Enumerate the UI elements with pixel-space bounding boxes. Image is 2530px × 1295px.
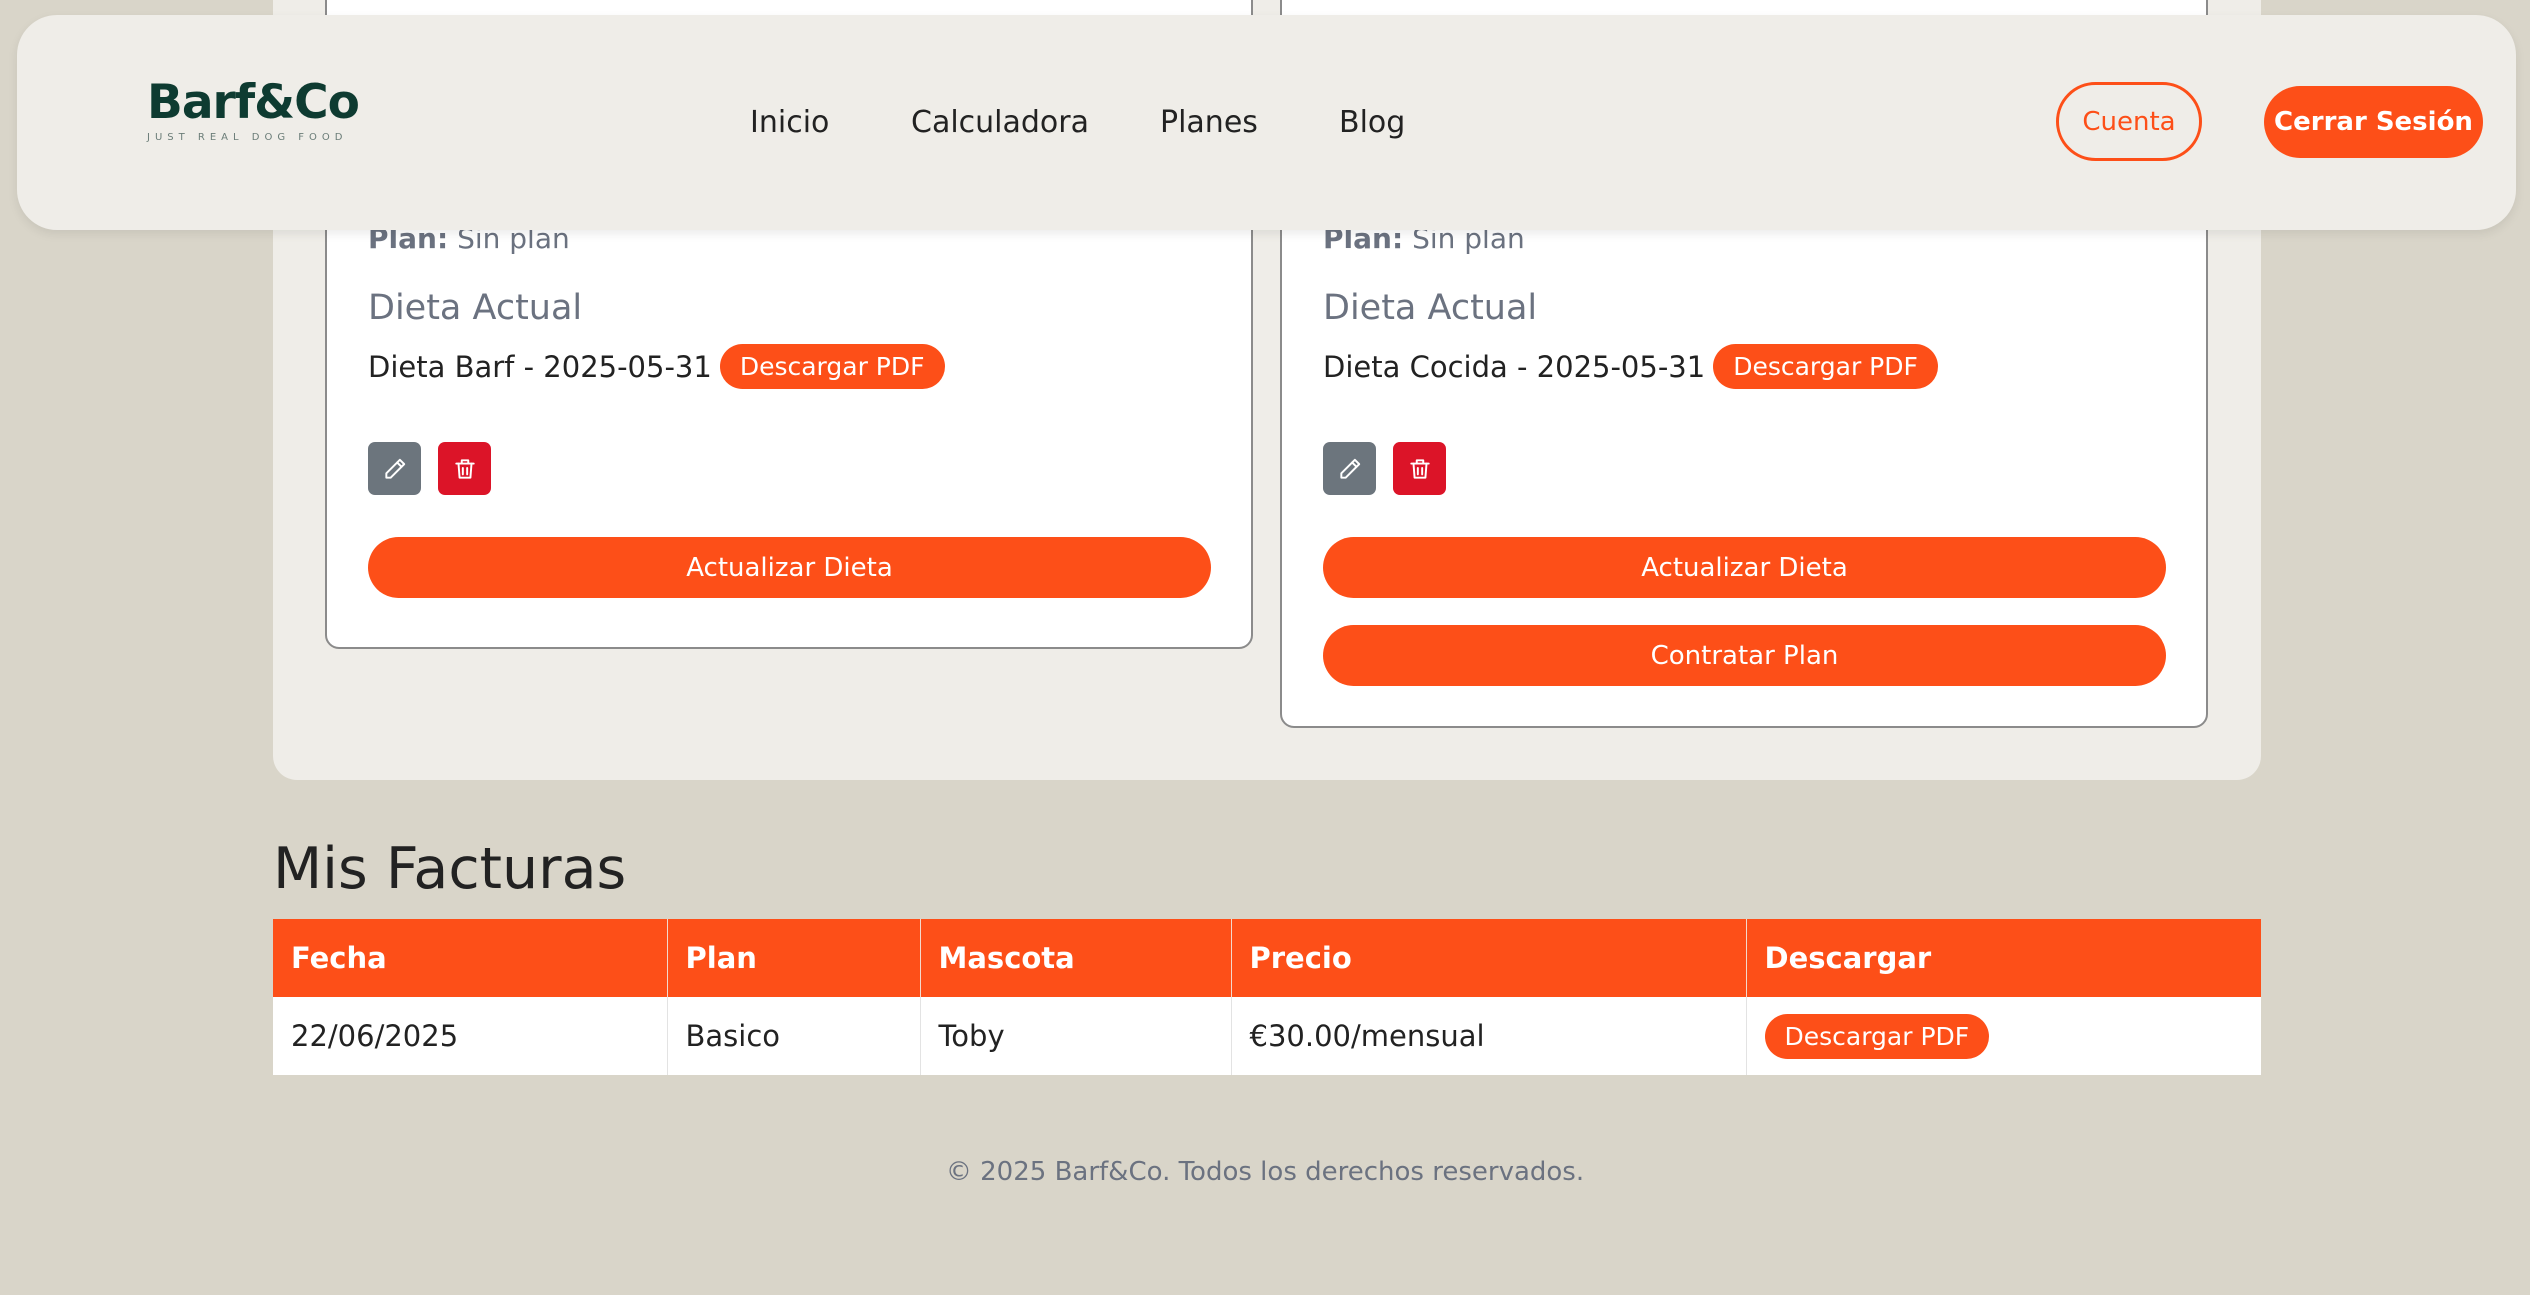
column-header-mascota: Mascota: [920, 919, 1232, 997]
invoice-download-pdf-button[interactable]: Descargar PDF: [1764, 1013, 1990, 1059]
diet-text: Dieta Cocida - 2025-05-31: [1323, 349, 1706, 384]
logout-button[interactable]: Cerrar Sesión: [2264, 86, 2483, 158]
diet-text: Dieta Barf - 2025-05-31: [368, 349, 712, 384]
column-header-plan: Plan: [667, 919, 921, 997]
logo-text: Barf&Co: [147, 75, 360, 130]
download-pdf-button[interactable]: Descargar PDF: [719, 344, 945, 389]
invoices-title: Mis Facturas: [273, 836, 627, 902]
diet-title: Dieta Actual: [368, 288, 583, 328]
diet-line: Dieta Barf - 2025-05-31 Descargar PDF: [368, 344, 945, 389]
logo[interactable]: Barf&Co JUST REAL DOG FOOD: [147, 75, 360, 143]
cell-plan: Basico: [667, 997, 921, 1075]
diet-line: Dieta Cocida - 2025-05-31 Descargar PDF: [1323, 344, 1938, 389]
trash-icon: [454, 458, 475, 479]
update-diet-button[interactable]: Actualizar Dieta: [368, 537, 1211, 598]
diet-title: Dieta Actual: [1323, 288, 1538, 328]
site-header: Barf&Co JUST REAL DOG FOOD Inicio Calcul…: [17, 15, 2516, 230]
column-header-precio: Precio: [1231, 919, 1747, 997]
cell-fecha: 22/06/2025: [273, 997, 668, 1075]
table-row: 22/06/2025 Basico Toby €30.00/mensual De…: [273, 997, 2261, 1075]
invoices-table: Fecha Plan Mascota Precio Descargar 22/0…: [273, 919, 2261, 1075]
download-pdf-button[interactable]: Descargar PDF: [1713, 344, 1938, 389]
footer-copyright: © 2025 Barf&Co. Todos los derechos reser…: [945, 1157, 1585, 1187]
column-header-fecha: Fecha: [273, 919, 668, 997]
account-button[interactable]: Cuenta: [2056, 82, 2202, 161]
edit-button[interactable]: [1323, 442, 1376, 495]
trash-icon: [1409, 458, 1430, 479]
delete-button[interactable]: [438, 442, 491, 495]
nav-inicio[interactable]: Inicio: [750, 105, 829, 140]
logo-tagline: JUST REAL DOG FOOD: [147, 132, 348, 143]
cell-mascota: Toby: [920, 997, 1232, 1075]
pencil-icon: [1339, 458, 1360, 479]
delete-button[interactable]: [1393, 442, 1446, 495]
pencil-icon: [384, 458, 405, 479]
nav-calculadora[interactable]: Calculadora: [911, 105, 1089, 140]
cell-descargar: Descargar PDF: [1746, 997, 2261, 1075]
edit-button[interactable]: [368, 442, 421, 495]
cell-precio: €30.00/mensual: [1231, 997, 1747, 1075]
table-header-row: Fecha Plan Mascota Precio Descargar: [273, 919, 2261, 997]
column-header-descargar: Descargar: [1746, 919, 2261, 997]
contract-plan-button[interactable]: Contratar Plan: [1323, 625, 2166, 686]
update-diet-button[interactable]: Actualizar Dieta: [1323, 537, 2166, 598]
nav-planes[interactable]: Planes: [1160, 105, 1258, 140]
nav-blog[interactable]: Blog: [1339, 105, 1405, 140]
